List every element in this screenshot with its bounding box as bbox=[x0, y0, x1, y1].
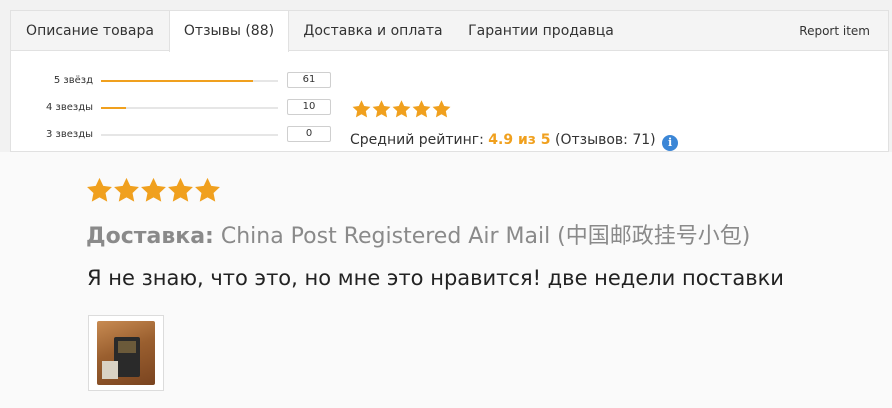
rating-row-label: 5 звёзд bbox=[53, 75, 93, 86]
rating-row-5: 5 звёзд 61 bbox=[11, 72, 351, 90]
reviews-count-text: (Отзывов: 71) bbox=[554, 132, 656, 148]
rating-row-label: 4 звезды bbox=[45, 102, 93, 113]
review-star-rating bbox=[85, 176, 220, 208]
review-text: Я не знаю, что это, но мне это нравится!… bbox=[87, 266, 784, 290]
rating-row-label: 3 звезды bbox=[45, 129, 93, 140]
report-item-link[interactable]: Report item bbox=[799, 11, 870, 51]
device-screen bbox=[118, 341, 136, 353]
star-icon bbox=[114, 177, 139, 202]
tab-bar: Описание товара Отзывы (88) Доставка и о… bbox=[11, 11, 888, 52]
star-icon bbox=[168, 177, 193, 202]
product-tabs-panel: Описание товара Отзывы (88) Доставка и о… bbox=[10, 10, 889, 152]
rating-bar-track bbox=[101, 107, 278, 109]
star-icon bbox=[412, 100, 431, 118]
info-icon[interactable]: i bbox=[662, 135, 679, 151]
rating-count-box: 61 bbox=[287, 72, 331, 88]
review-photo-thumbnail[interactable] bbox=[88, 315, 164, 391]
tab-seller-guarantees[interactable]: Гарантии продавца bbox=[457, 11, 625, 51]
rating-bar-track bbox=[101, 134, 278, 136]
star-icon bbox=[372, 100, 391, 118]
average-rating-label: Средний рейтинг: bbox=[350, 132, 484, 148]
tab-description[interactable]: Описание товара bbox=[11, 11, 169, 51]
average-rating-line: Средний рейтинг: 4.9 из 5 (Отзывов: 71) … bbox=[350, 132, 679, 151]
average-star-rating bbox=[351, 99, 451, 123]
rating-bar-fill bbox=[101, 107, 126, 109]
tab-shipping-payment[interactable]: Доставка и оплата bbox=[289, 11, 457, 51]
rating-row-3: 3 звезды 0 bbox=[11, 126, 351, 144]
star-icon bbox=[87, 177, 112, 202]
star-icon bbox=[352, 100, 371, 118]
review-panel: Доставка: China Post Registered Air Mail… bbox=[0, 152, 892, 408]
rating-bar-track bbox=[101, 80, 278, 82]
star-icon bbox=[392, 100, 411, 118]
card-shape bbox=[102, 361, 118, 379]
rating-count-box: 0 bbox=[287, 126, 331, 142]
rating-bar-fill bbox=[101, 80, 254, 82]
rating-count-box: 10 bbox=[287, 99, 331, 115]
delivery-method: China Post Registered Air Mail (中国邮政挂号小包… bbox=[220, 224, 751, 249]
review-delivery-line: Доставка: China Post Registered Air Mail… bbox=[86, 218, 750, 250]
tab-reviews[interactable]: Отзывы (88) bbox=[169, 11, 289, 52]
review-photo-image bbox=[97, 321, 155, 385]
star-icon bbox=[432, 100, 451, 118]
star-icon bbox=[141, 177, 166, 202]
rating-row-4: 4 звезды 10 bbox=[11, 99, 351, 117]
average-rating-value: 4.9 из 5 bbox=[488, 132, 551, 148]
delivery-label: Доставка: bbox=[86, 224, 214, 249]
star-icon bbox=[195, 177, 220, 202]
